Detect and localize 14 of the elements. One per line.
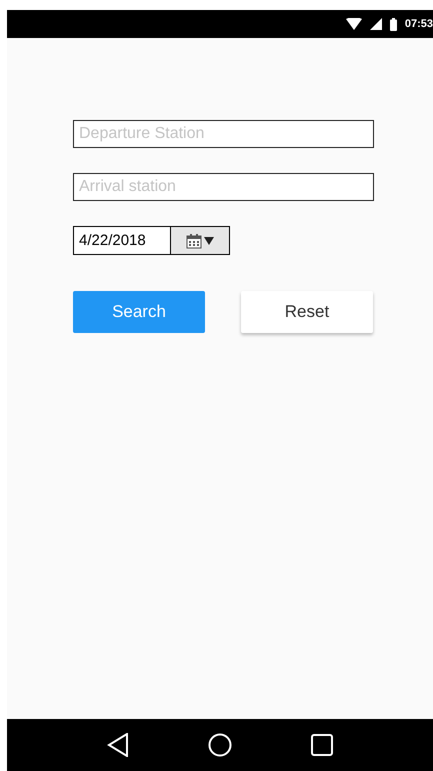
status-time: 07:53 (404, 18, 433, 30)
date-field[interactable]: 4/22/2018 (73, 226, 171, 255)
departure-field[interactable]: Departure Station (73, 120, 374, 148)
reset-button[interactable]: Reset (241, 291, 373, 333)
arrival-field[interactable]: Arrival station (73, 173, 374, 201)
caret-icon (204, 236, 214, 244)
home-icon[interactable] (208, 733, 232, 757)
battery-icon (390, 18, 397, 30)
calendar-button[interactable] (171, 226, 230, 255)
calendar-icon (186, 232, 202, 248)
signal-icon (370, 18, 382, 30)
back-icon[interactable] (106, 733, 129, 757)
wifi-icon (346, 18, 362, 30)
recents-icon[interactable] (311, 734, 334, 756)
